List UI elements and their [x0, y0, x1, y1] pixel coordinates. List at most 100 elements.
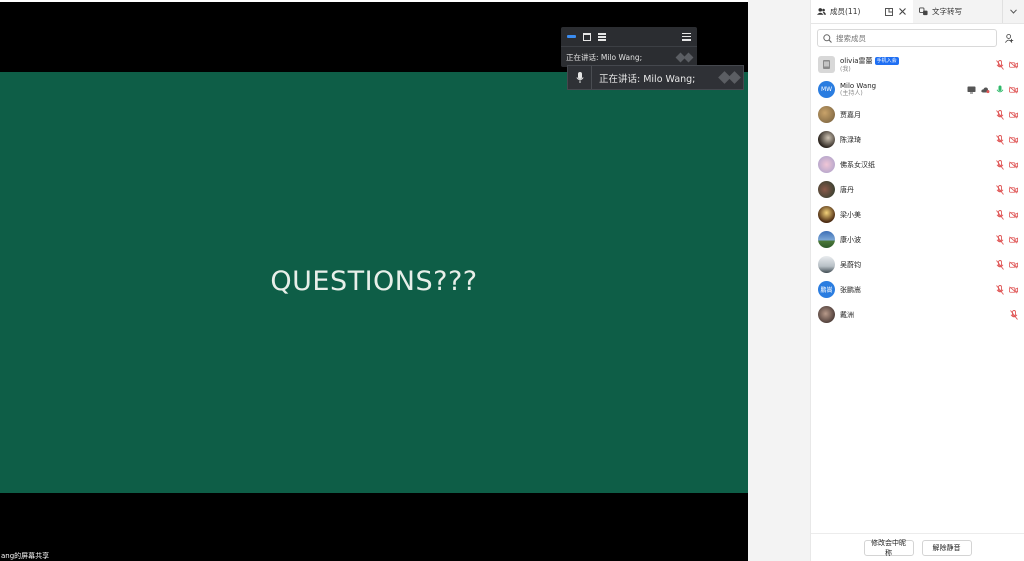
rename-button[interactable]: 修改会中昵称	[863, 539, 914, 557]
member-name: olivia雷蕾	[840, 56, 873, 65]
member-role: (主持人)	[840, 89, 863, 97]
floating-toolbar-controls	[561, 27, 697, 47]
floating-speaker-toolbar[interactable]: 正在讲话: Milo Wang;	[561, 27, 697, 67]
phone-join-badge: 手机入会	[874, 56, 899, 65]
member-name: Milo Wang	[840, 81, 877, 90]
member-row[interactable]: MW Milo Wang (主持人)	[811, 77, 1024, 102]
member-name-line: 康小波	[840, 235, 861, 245]
member-row[interactable]: olivia雷蕾 手机入会 (我)	[811, 52, 1024, 77]
video-off-icon[interactable]	[1009, 110, 1018, 119]
video-off-icon[interactable]	[1009, 210, 1018, 219]
mic-muted-icon[interactable]	[995, 234, 1004, 245]
tab-members[interactable]: 成员(11)	[811, 0, 913, 23]
cloud-record-icon[interactable]	[981, 85, 990, 94]
member-search-box[interactable]	[817, 29, 997, 47]
mic-muted-icon[interactable]	[995, 109, 1004, 120]
member-name-line: 佛系女汉纸	[840, 160, 875, 170]
avatar	[818, 306, 835, 323]
member-name: 佛系女汉纸	[840, 160, 875, 169]
screen-share-caption: ang的屏幕共享	[1, 552, 50, 560]
member-name: 康小波	[840, 235, 861, 244]
member-row[interactable]: 陈渌琦	[811, 127, 1024, 152]
tab-transcribe-label: 文字转写	[932, 7, 962, 16]
mic-muted-icon[interactable]	[995, 59, 1004, 70]
search-icon	[823, 33, 832, 43]
video-off-icon[interactable]	[1009, 160, 1018, 169]
member-name-line: 唐丹	[840, 185, 854, 195]
close-icon[interactable]	[898, 7, 907, 16]
video-off-icon[interactable]	[1009, 135, 1018, 144]
window-icon	[582, 32, 591, 41]
member-status-icons	[995, 234, 1018, 245]
tab-more-dropdown[interactable]	[1002, 0, 1024, 23]
video-off-icon[interactable]	[1009, 285, 1018, 294]
member-status-icons	[995, 284, 1018, 295]
video-off-icon[interactable]	[1009, 235, 1018, 244]
mic-active-icon[interactable]	[995, 85, 1004, 94]
member-status-icons	[995, 134, 1018, 145]
member-info: 佛系女汉纸	[840, 160, 875, 170]
expand-menu-icon[interactable]	[682, 32, 691, 41]
audio-wave-icon	[718, 71, 741, 84]
screen-share-icon[interactable]	[967, 85, 976, 94]
presentation-slide: QUESTIONS???	[0, 72, 748, 493]
member-name-line: 贾嘉月	[840, 110, 861, 120]
avatar: MW	[818, 81, 835, 98]
video-off-icon[interactable]	[1009, 85, 1018, 94]
member-row[interactable]: 鹏嵩 张鹏嵩	[811, 277, 1024, 302]
member-name: 陈渌琦	[840, 135, 861, 144]
tab-transcribe[interactable]: 文字转写	[913, 0, 1002, 23]
member-name: 张鹏嵩	[840, 285, 861, 294]
member-name: 贾嘉月	[840, 110, 861, 119]
video-off-icon[interactable]	[1009, 60, 1018, 69]
microphone-icon	[568, 66, 592, 89]
video-off-icon[interactable]	[1009, 185, 1018, 194]
transcribe-icon	[919, 7, 928, 16]
mic-muted-icon[interactable]	[1009, 309, 1018, 320]
chevron-down-icon	[1009, 7, 1018, 16]
member-status-icons	[1009, 309, 1018, 320]
member-status-icons	[967, 85, 1018, 94]
avatar	[818, 156, 835, 173]
mic-muted-icon[interactable]	[995, 159, 1004, 170]
unmute-all-button[interactable]: 解除静音	[921, 539, 972, 556]
member-row[interactable]: 唐丹	[811, 177, 1024, 202]
mic-muted-icon[interactable]	[995, 259, 1004, 270]
member-info: 吴蔚钧	[840, 260, 861, 270]
list-mode-button[interactable]	[597, 32, 606, 41]
avatar	[818, 56, 835, 73]
member-name-line: 陈渌琦	[840, 135, 861, 145]
member-info: 张鹏嵩	[840, 285, 861, 295]
speaking-label: 正在讲话:	[566, 52, 599, 62]
mic-muted-icon[interactable]	[995, 284, 1004, 295]
member-row[interactable]: 贾嘉月	[811, 102, 1024, 127]
member-name-line: olivia雷蕾 手机入会	[840, 56, 899, 66]
member-name-line: 吴蔚钧	[840, 260, 861, 270]
member-row[interactable]: 戴洲	[811, 302, 1024, 327]
meeting-window: QUESTIONS??? ang的屏幕共享 正在讲话: Milo Wang; 正…	[0, 0, 1024, 561]
video-off-icon[interactable]	[1009, 260, 1018, 269]
mic-muted-icon[interactable]	[995, 184, 1004, 195]
member-search-input[interactable]	[836, 33, 991, 43]
member-role: (我)	[840, 65, 851, 73]
member-status-icons	[995, 209, 1018, 220]
avatar-initials: 鹏嵩	[820, 287, 833, 294]
member-status-icons	[995, 259, 1018, 270]
member-info: 戴洲	[840, 310, 854, 320]
member-info: 梁小美	[840, 210, 861, 220]
member-row[interactable]: 康小波	[811, 227, 1024, 252]
invite-member-button[interactable]	[1000, 29, 1018, 47]
member-row[interactable]: 佛系女汉纸	[811, 152, 1024, 177]
tab-members-label: 成员(11)	[830, 7, 861, 16]
speaking-popup-text: 正在讲话: Milo Wang;	[599, 73, 696, 85]
popout-icon[interactable]	[884, 7, 893, 16]
member-name: 梁小美	[840, 210, 861, 219]
window-mode-button[interactable]	[582, 32, 591, 41]
member-row[interactable]: 梁小美	[811, 202, 1024, 227]
minimize-button[interactable]	[567, 32, 576, 41]
mic-muted-icon[interactable]	[995, 209, 1004, 220]
avatar	[818, 181, 835, 198]
avatar	[818, 231, 835, 248]
member-row[interactable]: 吴蔚钧	[811, 252, 1024, 277]
mic-muted-icon[interactable]	[995, 134, 1004, 145]
